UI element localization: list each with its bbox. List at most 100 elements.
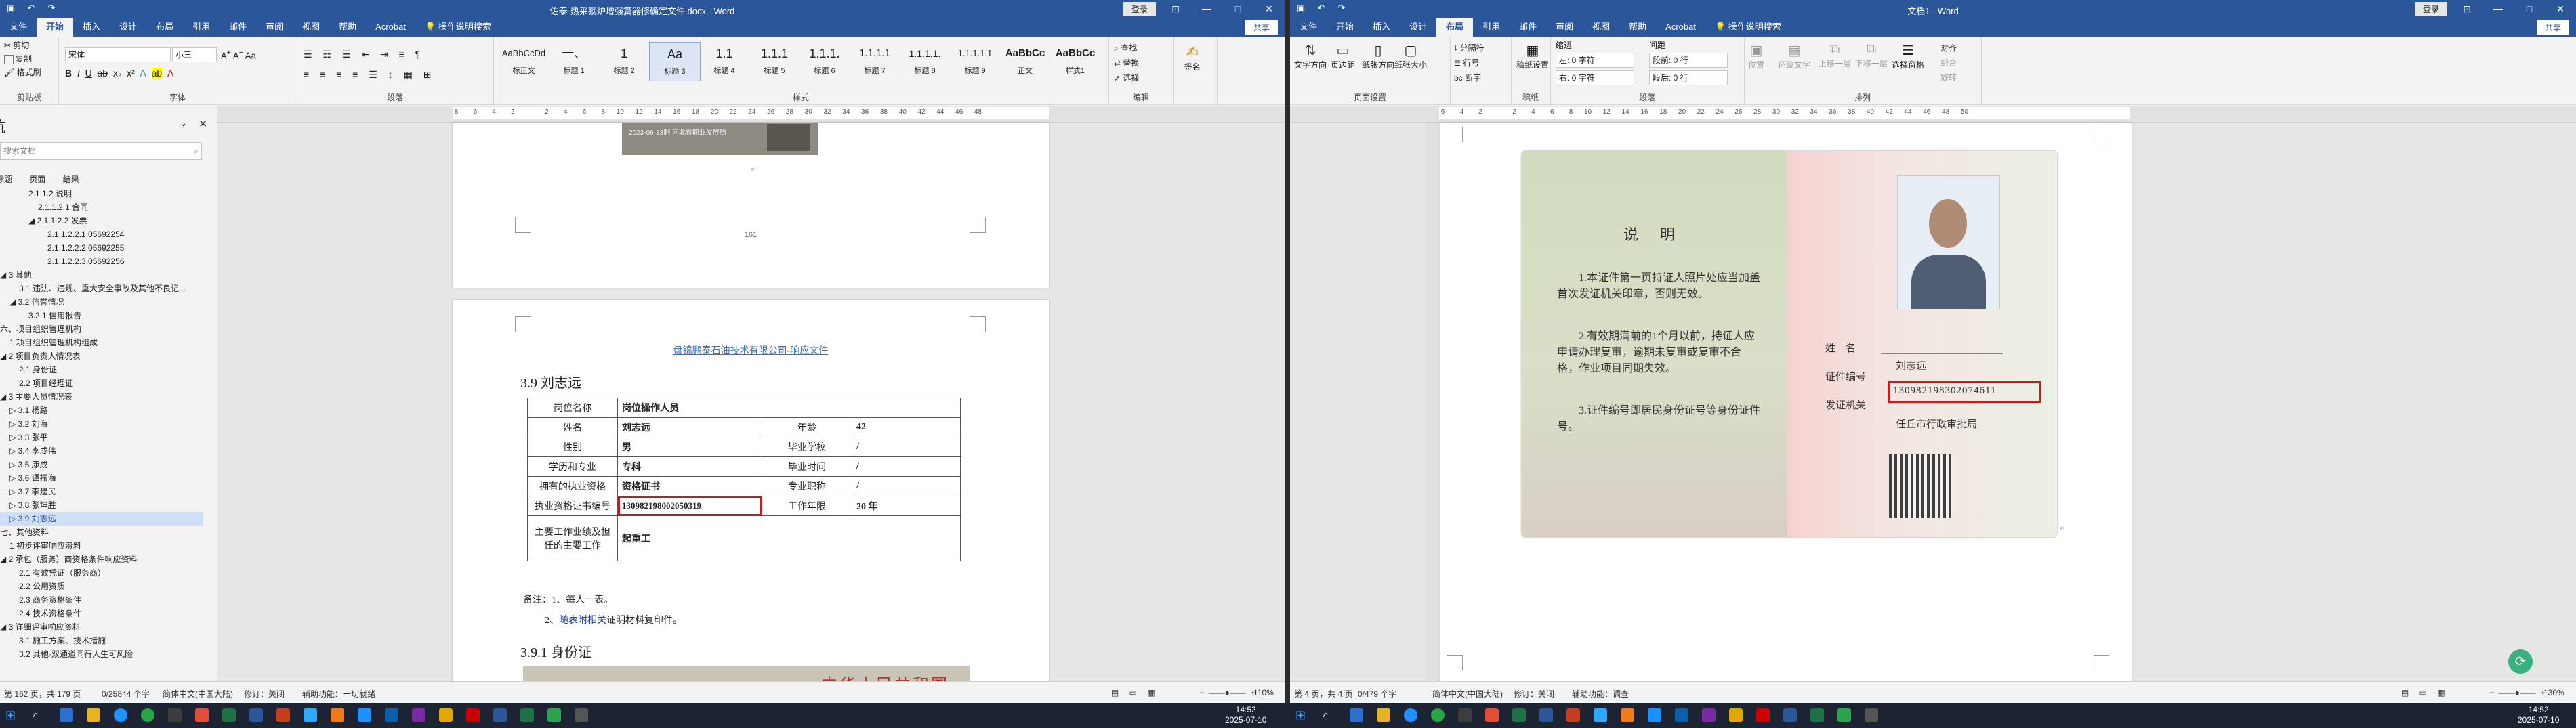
close-icon[interactable]: ✕	[2545, 0, 2576, 18]
indent-left-field[interactable]: 左: 0 字符	[1556, 53, 1634, 68]
share-button[interactable]: 共享	[2536, 20, 2569, 35]
tab-home[interactable]: 开始	[37, 18, 74, 37]
word-count[interactable]: 0/479 个字	[1358, 688, 1396, 700]
nav-item[interactable]: 2.1.1.2.2.3 05692256	[0, 255, 203, 268]
spacing-after-field[interactable]: 段后: 0 行	[1649, 70, 1728, 85]
style-heading-7[interactable]: 1.1.1.1 标题 7	[850, 42, 900, 80]
nav-search-input[interactable]: 搜索文档 ⌕	[0, 142, 202, 160]
style-heading-8[interactable]: 1.1.1.1. 标题 8	[900, 42, 950, 80]
nav-item[interactable]: 2.1.1.2.2.2 05692255	[0, 241, 203, 255]
app-icon[interactable]	[1621, 708, 1634, 722]
app-icon[interactable]	[466, 708, 480, 722]
select-button[interactable]: ➚ 选择	[1114, 72, 1139, 83]
align-button[interactable]: 对齐	[1940, 42, 1957, 53]
style-heading-3[interactable]: Aa 标题 3	[649, 42, 701, 81]
edge-icon[interactable]	[1404, 708, 1417, 722]
nav-item[interactable]: ▷ 3.3 张平	[0, 431, 203, 444]
tab-design[interactable]: 设计	[1400, 18, 1436, 37]
tab-help[interactable]: 帮助	[1619, 18, 1656, 37]
wrap-text-button[interactable]: ▤ 环绕文字	[1778, 42, 1810, 70]
vertical-ruler[interactable]	[1426, 123, 1440, 681]
view-buttons[interactable]: ▤ ▭ ▦	[1111, 688, 1159, 698]
photoshop-icon[interactable]	[1594, 708, 1607, 722]
app-icon[interactable]	[1675, 708, 1688, 722]
tell-me-search[interactable]: 💡 操作说明搜索	[1705, 18, 1791, 37]
task-view-icon[interactable]	[60, 708, 73, 722]
ribbon-display-icon[interactable]: ⊡	[2451, 0, 2482, 18]
maximize-icon[interactable]: □	[2514, 0, 2545, 18]
style-heading-9[interactable]: 1.1.1.1.1 标题 9	[950, 42, 1000, 80]
nav-item[interactable]: ◢ 2.1.1.2.2 发票	[0, 214, 203, 228]
word-icon[interactable]	[1783, 708, 1797, 722]
excel-icon[interactable]	[520, 708, 534, 722]
nav-item[interactable]: 2.1 有效凭证（服务商）	[0, 566, 203, 580]
wechat-icon[interactable]	[1431, 708, 1445, 722]
nav-item[interactable]: ▷ 3.7 李建民	[0, 485, 203, 498]
language[interactable]: 简体中文(中国大陆)	[163, 688, 233, 700]
page-count[interactable]: 第 4 页，共 4 页	[1294, 688, 1353, 700]
document-canvas[interactable]: 说 明 1.本证件第一页持证人照片处应当加盖首次发证机关印章，否则无效。 2.有…	[1290, 123, 2576, 681]
style-heading-4[interactable]: 1.1 标题 4	[699, 42, 749, 80]
acrobat-icon[interactable]	[1485, 708, 1499, 722]
text-direction-button[interactable]: ⇅ 文字方向	[1294, 42, 1327, 70]
position-button[interactable]: ▣ 位置	[1748, 42, 1764, 70]
text-effects-icon[interactable]: A	[140, 68, 146, 79]
excel-icon[interactable]	[222, 708, 236, 722]
minimize-icon[interactable]: —	[1191, 0, 1222, 18]
assistant-floating-icon[interactable]: ⟳	[2508, 649, 2533, 674]
windows-start-icon[interactable]: ⊞	[1295, 708, 1309, 722]
style-heading-5[interactable]: 1.1.1 标题 5	[749, 42, 799, 80]
align-buttons[interactable]: ≡ ≡ ≡ ≡ ☰ ↕ ▦ ⊞	[304, 69, 435, 81]
app-icon[interactable]	[331, 708, 344, 722]
sign-in-button[interactable]: 登录	[2414, 2, 2447, 16]
nav-item[interactable]: 3.2.1 信用报告	[0, 309, 203, 322]
tab-mailings[interactable]: 邮件	[1510, 18, 1546, 37]
app-icon[interactable]	[547, 708, 561, 722]
edge-icon[interactable]	[114, 708, 127, 722]
nav-tab-headings[interactable]: 标题	[0, 175, 12, 184]
strikethrough-icon[interactable]: ab	[97, 68, 108, 79]
superscript-icon[interactable]: x²	[127, 68, 135, 79]
highlight-icon[interactable]: ab	[151, 68, 163, 79]
nav-item[interactable]: 2.1.1.2 说明	[0, 187, 203, 200]
tab-acrobat[interactable]: Acrobat	[366, 18, 415, 37]
replace-button[interactable]: ⇄ 替换	[1114, 57, 1139, 68]
document-canvas[interactable]: 2023-06-13制 河北省职业发展局 ↵ 161 盘锦鹏泰石油技术有限公司-…	[217, 123, 1285, 703]
font-size-combo[interactable]: 小三	[172, 47, 217, 62]
sign-in-button[interactable]: 登录	[1123, 2, 1156, 16]
zoom-slider[interactable]: − ——●—— +	[2489, 688, 2546, 698]
nav-item[interactable]: 3.1 施工方案、技术措施	[0, 634, 203, 647]
accessibility[interactable]: 辅助功能：一切就绪	[302, 688, 375, 700]
app-icon[interactable]	[1702, 708, 1716, 722]
nav-item[interactable]: ◢ 2 项目负责人情况表	[0, 349, 203, 363]
nav-item[interactable]: ◢ 3 其他	[0, 268, 203, 282]
list-buttons[interactable]: ☰ ☷ ☰ ⇤ ⇥ ≡ ¶	[304, 49, 424, 60]
search-icon[interactable]: ⌕	[33, 708, 46, 722]
powerpoint-icon[interactable]	[276, 708, 290, 722]
track-changes[interactable]: 修订：关闭	[1514, 688, 1554, 700]
app-icon[interactable]	[1756, 708, 1770, 722]
language[interactable]: 简体中文(中国大陆)	[1432, 688, 1503, 700]
track-changes[interactable]: 修订：关闭	[244, 688, 285, 700]
grow-font-icon[interactable]: A+ A− Aa	[221, 49, 256, 60]
selection-pane-button[interactable]: ☰ 选择窗格	[1892, 42, 1924, 70]
sign-button[interactable]: ✍ 签名	[1184, 43, 1201, 72]
group-button[interactable]: 组合	[1940, 57, 1957, 68]
header-link[interactable]: 盘锦鹏泰石油技术有限公司-响应文件	[453, 343, 1049, 357]
nav-item[interactable]: ▷ 3.9 刘志远	[0, 512, 203, 526]
app-icon[interactable]	[412, 708, 425, 722]
size-button[interactable]: ▢ 纸张大小	[1394, 42, 1427, 70]
indent-right-field[interactable]: 右: 0 字符	[1556, 70, 1634, 85]
nav-item[interactable]: 2.1.1.2.1 合同	[0, 200, 203, 214]
word-icon[interactable]	[493, 708, 507, 722]
excel-icon[interactable]	[1512, 708, 1526, 722]
note-link[interactable]: 随表附相关	[559, 616, 606, 626]
nav-item[interactable]: 2.1.1.2.2.1 05692254	[0, 228, 203, 241]
font-name-combo[interactable]: 宋体	[65, 47, 171, 62]
orientation-button[interactable]: ▯ 纸张方向	[1362, 42, 1394, 70]
copy-button[interactable]: 复制	[4, 53, 32, 64]
style-body[interactable]: AaBbCc 正文	[1000, 42, 1050, 80]
word-icon[interactable]	[249, 708, 263, 722]
send-backward-button[interactable]: ⧉ 下移一层	[1855, 42, 1888, 69]
app-icon[interactable]	[385, 708, 398, 722]
